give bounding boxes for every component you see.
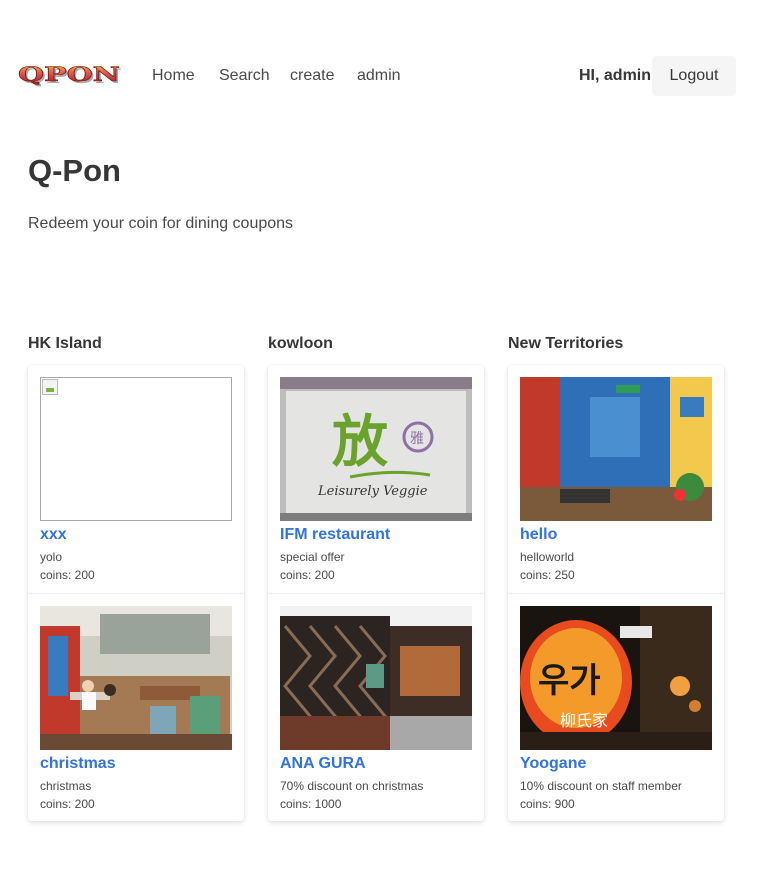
region-column-hk-island: HK Island xxx yolo coins: 200 christmas … bbox=[28, 335, 244, 821]
leisurely-veggie-sign-photo[interactable]: 放 雅 Leisurely Veggie bbox=[280, 377, 472, 521]
coupon-card: xxx yolo coins: 200 bbox=[28, 365, 244, 593]
navbar: QPON QPON Home Search create admin HI, a… bbox=[0, 56, 757, 96]
coupon-description: 10% discount on staff member bbox=[520, 779, 682, 793]
coupon-coins: coins: 200 bbox=[40, 568, 95, 582]
coupon-list: hello helloworld coins: 250 우가 柳氏家 Yooga… bbox=[508, 365, 724, 821]
page-subtitle: Redeem your coin for dining coupons bbox=[28, 215, 294, 232]
region-column-kowloon: kowloon 放 雅 Leisurely Veggie IFM restaur… bbox=[268, 335, 484, 821]
page-title: Q-Pon bbox=[28, 153, 121, 188]
coupon-card: christmas christmas coins: 200 bbox=[28, 593, 244, 821]
coupon-title-link[interactable]: xxx bbox=[40, 525, 232, 545]
svg-text:雅: 雅 bbox=[410, 431, 424, 447]
user-greeting: HI, admin bbox=[579, 67, 652, 84]
restaurant-interior-photo[interactable] bbox=[40, 606, 232, 750]
restaurant-entrance-photo[interactable] bbox=[280, 606, 472, 750]
coupon-card: hello helloworld coins: 250 bbox=[508, 365, 724, 593]
coupon-title-link[interactable]: Yoogane bbox=[520, 754, 712, 774]
svg-text:柳氏家: 柳氏家 bbox=[560, 711, 608, 730]
yoogane-sign-photo[interactable]: 우가 柳氏家 bbox=[520, 606, 712, 750]
coupon-coins: coins: 250 bbox=[520, 568, 575, 582]
nav-admin-link[interactable]: admin bbox=[357, 67, 401, 85]
coupon-description: yolo bbox=[40, 550, 63, 564]
colorful-cafe-photo[interactable] bbox=[520, 377, 712, 521]
svg-text:Leisurely Veggie: Leisurely Veggie bbox=[317, 484, 428, 499]
nav-search-link[interactable]: Search bbox=[219, 67, 270, 85]
coupon-description: christmas bbox=[40, 779, 92, 793]
broken-image-icon[interactable] bbox=[40, 377, 232, 521]
nav-home-link[interactable]: Home bbox=[152, 67, 195, 85]
svg-text:우가: 우가 bbox=[538, 661, 601, 701]
coupon-title-link[interactable]: IFM restaurant bbox=[280, 525, 472, 545]
qpon-logo[interactable]: QPON QPON bbox=[18, 64, 124, 88]
coupon-card: 放 雅 Leisurely Veggie IFM restaurant spec… bbox=[268, 365, 484, 593]
region-column-new-territories: New Territories hello helloworld coins: … bbox=[508, 335, 724, 821]
coupon-card: ANA GURA 70% discount on christmas coins… bbox=[268, 593, 484, 821]
coupon-title-link[interactable]: hello bbox=[520, 525, 712, 545]
coupon-coins: coins: 1000 bbox=[280, 797, 342, 811]
coupon-card: 우가 柳氏家 Yoogane 10% discount on staff mem… bbox=[508, 593, 724, 821]
logout-button[interactable]: Logout bbox=[652, 56, 736, 96]
coupon-list: 放 雅 Leisurely Veggie IFM restaurant spec… bbox=[268, 365, 484, 821]
coupon-title-link[interactable]: christmas bbox=[40, 754, 232, 774]
nav-create-link[interactable]: create bbox=[290, 67, 334, 85]
coupon-coins: coins: 200 bbox=[280, 568, 335, 582]
coupon-coins: coins: 200 bbox=[40, 797, 95, 811]
region-heading: kowloon bbox=[268, 335, 333, 352]
region-heading: New Territories bbox=[508, 335, 624, 352]
coupon-list: xxx yolo coins: 200 christmas christmas … bbox=[28, 365, 244, 821]
coupon-description: special offer bbox=[280, 550, 345, 564]
coupon-description: helloworld bbox=[520, 550, 575, 564]
svg-text:QPON: QPON bbox=[18, 64, 120, 86]
coupon-description: 70% discount on christmas bbox=[280, 779, 424, 793]
coupon-coins: coins: 900 bbox=[520, 797, 575, 811]
region-heading: HK Island bbox=[28, 335, 102, 352]
svg-text:放: 放 bbox=[332, 409, 388, 475]
coupon-title-link[interactable]: ANA GURA bbox=[280, 754, 472, 774]
